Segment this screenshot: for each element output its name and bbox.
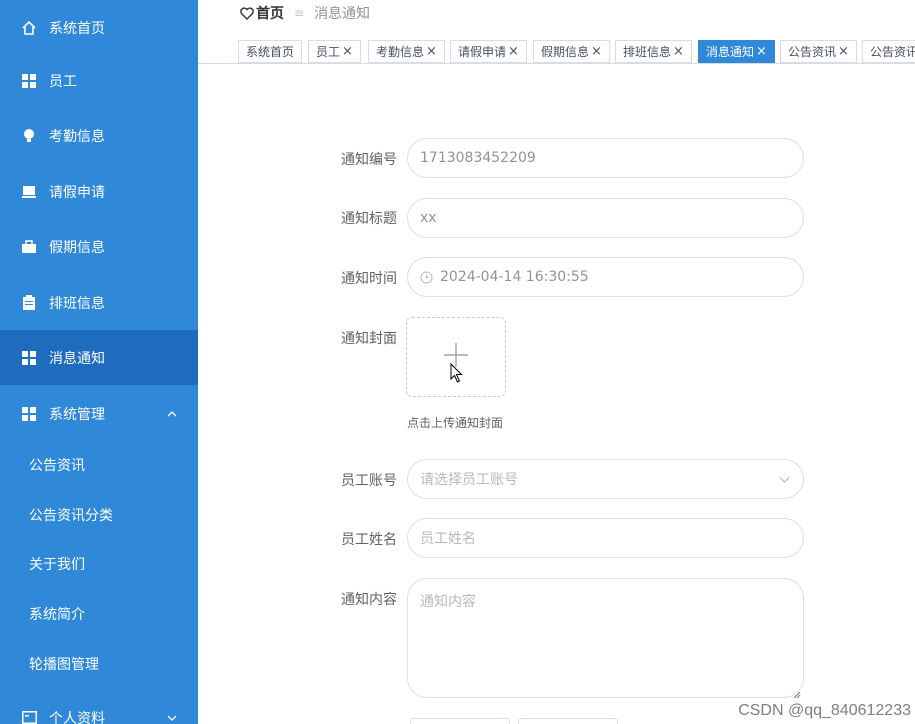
cancel-button[interactable] — [518, 718, 618, 724]
sidebar-subitem-announcements[interactable]: 公告资讯 — [0, 440, 198, 490]
breadcrumb-home-label: 首页 — [256, 6, 284, 22]
close-icon[interactable]: × — [508, 44, 519, 59]
sidebar-item-label: 考勤信息 — [49, 128, 105, 145]
sidebar-item-label: 请假申请 — [49, 184, 105, 201]
notice-title-value: xx — [420, 210, 437, 226]
clock-icon — [420, 271, 433, 284]
sidebar-subitem-carousel[interactable]: 轮播图管理 — [0, 639, 198, 689]
sidebar-item-label: 假期信息 — [49, 239, 105, 256]
notice-cover-label: 通知封面 — [341, 331, 397, 347]
sidebar-item-label: 员工 — [49, 73, 77, 90]
notice-time-picker[interactable]: 2024-04-14 16:30:55 — [407, 257, 804, 297]
tab-label: 消息通知 — [706, 45, 755, 59]
tab-label: 公告资讯 — [788, 45, 837, 59]
tab-label: 排班信息 — [623, 45, 672, 59]
sidebar-item-holiday[interactable]: 假期信息 — [0, 219, 198, 274]
close-icon[interactable]: × — [342, 44, 353, 59]
sidebar-subitem-label: 关于我们 — [29, 557, 85, 573]
sidebar-item-profile[interactable]: 个人资料 — [0, 690, 198, 724]
tab-announcements[interactable]: 公告资讯 × — [780, 40, 857, 63]
sidebar-subitem-about-us[interactable]: 关于我们 — [0, 539, 198, 589]
notice-content-label: 通知内容 — [341, 592, 397, 608]
breadcrumb: 首页 ≡ 消息通知 — [240, 4, 370, 22]
notice-content-placeholder: 通知内容 — [420, 594, 476, 610]
close-icon[interactable]: × — [838, 44, 849, 59]
tab-schedule[interactable]: 排班信息 × — [615, 40, 692, 63]
mouse-cursor-icon — [450, 362, 464, 387]
tab-attendance[interactable]: 考勤信息 × — [368, 40, 445, 63]
sidebar-item-schedule[interactable]: 排班信息 — [0, 275, 198, 330]
clipboard-icon — [21, 295, 37, 311]
notice-content-textarea[interactable]: 通知内容 — [407, 578, 804, 699]
sidebar-item-label: 排班信息 — [49, 295, 105, 312]
close-icon[interactable]: × — [756, 44, 767, 59]
notice-title-field[interactable]: xx — [407, 198, 804, 238]
sidebar-subitem-label: 公告资讯 — [29, 458, 85, 474]
sidebar-subitem-announcement-categories[interactable]: 公告资讯分类 — [0, 490, 198, 540]
close-icon[interactable]: × — [673, 44, 684, 59]
tab-label: 假期信息 — [541, 45, 590, 59]
close-icon[interactable]: × — [426, 44, 437, 59]
tab-leave[interactable]: 请假申请 × — [450, 40, 527, 63]
sidebar-subitem-label: 公告资讯分类 — [29, 508, 113, 524]
notice-title-label: 通知标题 — [341, 211, 397, 227]
breadcrumb-home[interactable]: 首页 — [240, 3, 284, 23]
close-icon[interactable]: × — [591, 44, 602, 59]
sidebar-item-system-management[interactable]: 系统管理 — [0, 386, 198, 441]
tab-notice[interactable]: 消息通知 × — [698, 40, 775, 63]
employee-account-label: 员工账号 — [341, 473, 397, 489]
tab-label: 请假申请 — [458, 45, 507, 59]
laptop-icon — [21, 184, 37, 200]
grid-icon — [21, 350, 37, 366]
tab-employee[interactable]: 员工 × — [308, 40, 361, 63]
chevron-up-icon — [166, 408, 178, 420]
employee-name-placeholder: 员工姓名 — [420, 531, 476, 547]
sidebar-item-leave[interactable]: 请假申请 — [0, 164, 198, 219]
grid-icon — [21, 73, 37, 89]
notice-no-value: 1713083452209 — [420, 150, 536, 166]
sidebar-item-notice[interactable]: 消息通知 — [0, 330, 198, 385]
tab-label: 系统首页 — [246, 45, 295, 59]
tabs-bar: 系统首页 员工 × 考勤信息 × 请假申请 × 假期信息 × 排班信息 × 消息通知 × 公… — [198, 31, 915, 64]
sidebar-subitem-label: 轮播图管理 — [29, 657, 99, 673]
breadcrumb-separator: ≡ — [294, 6, 305, 20]
tab-label: 公告资讯 — [870, 45, 915, 59]
chevron-down-icon — [166, 712, 178, 724]
grid-icon — [21, 406, 37, 422]
sidebar-item-home[interactable]: 系统首页 — [0, 0, 198, 55]
tab-label: 员工 — [316, 45, 341, 59]
home-icon — [21, 20, 37, 36]
notice-no-field[interactable]: 1713083452209 — [407, 138, 804, 178]
resize-handle-icon[interactable] — [793, 687, 801, 699]
employee-name-label: 员工姓名 — [341, 532, 397, 548]
briefcase-icon — [21, 239, 37, 255]
sidebar-item-label: 个人资料 — [49, 710, 105, 724]
watermark: CSDN @qq_840612233 — [738, 702, 911, 719]
sidebar-item-attendance[interactable]: 考勤信息 — [0, 108, 198, 163]
notice-time-value: 2024-04-14 16:30:55 — [440, 269, 589, 285]
tab-announcements-2[interactable]: 公告资讯 — [862, 40, 915, 63]
breadcrumb-current: 消息通知 — [314, 6, 371, 22]
employee-account-select[interactable]: 请选择员工账号 — [407, 459, 804, 499]
sidebar-item-employee[interactable]: 员工 — [0, 53, 198, 108]
tab-label: 考勤信息 — [376, 45, 425, 59]
notice-no-label: 通知编号 — [341, 152, 397, 168]
sidebar-subitem-system-intro[interactable]: 系统简介 — [0, 589, 198, 639]
tab-holiday[interactable]: 假期信息 × — [533, 40, 610, 63]
id-card-icon — [21, 710, 37, 724]
tab-home[interactable]: 系统首页 — [238, 40, 303, 63]
sidebar-subitem-label: 系统简介 — [29, 607, 85, 623]
sidebar-item-label: 消息通知 — [49, 350, 105, 367]
submit-button[interactable] — [410, 718, 510, 724]
employee-name-input[interactable]: 员工姓名 — [407, 518, 804, 558]
sidebar: 系统首页 员工 考勤信息 请假申请 假期信息 排班信息 消息通知 系统管理 公告… — [0, 0, 198, 724]
cover-upload-tip: 点击上传通知封面 — [407, 416, 504, 430]
employee-account-placeholder: 请选择员工账号 — [420, 472, 518, 488]
notice-time-label: 通知时间 — [341, 271, 397, 287]
heart-icon — [240, 6, 254, 20]
sidebar-item-label: 系统管理 — [49, 406, 105, 423]
bulb-icon — [21, 128, 37, 144]
chevron-down-icon — [778, 473, 791, 486]
sidebar-item-label: 系统首页 — [49, 20, 105, 37]
